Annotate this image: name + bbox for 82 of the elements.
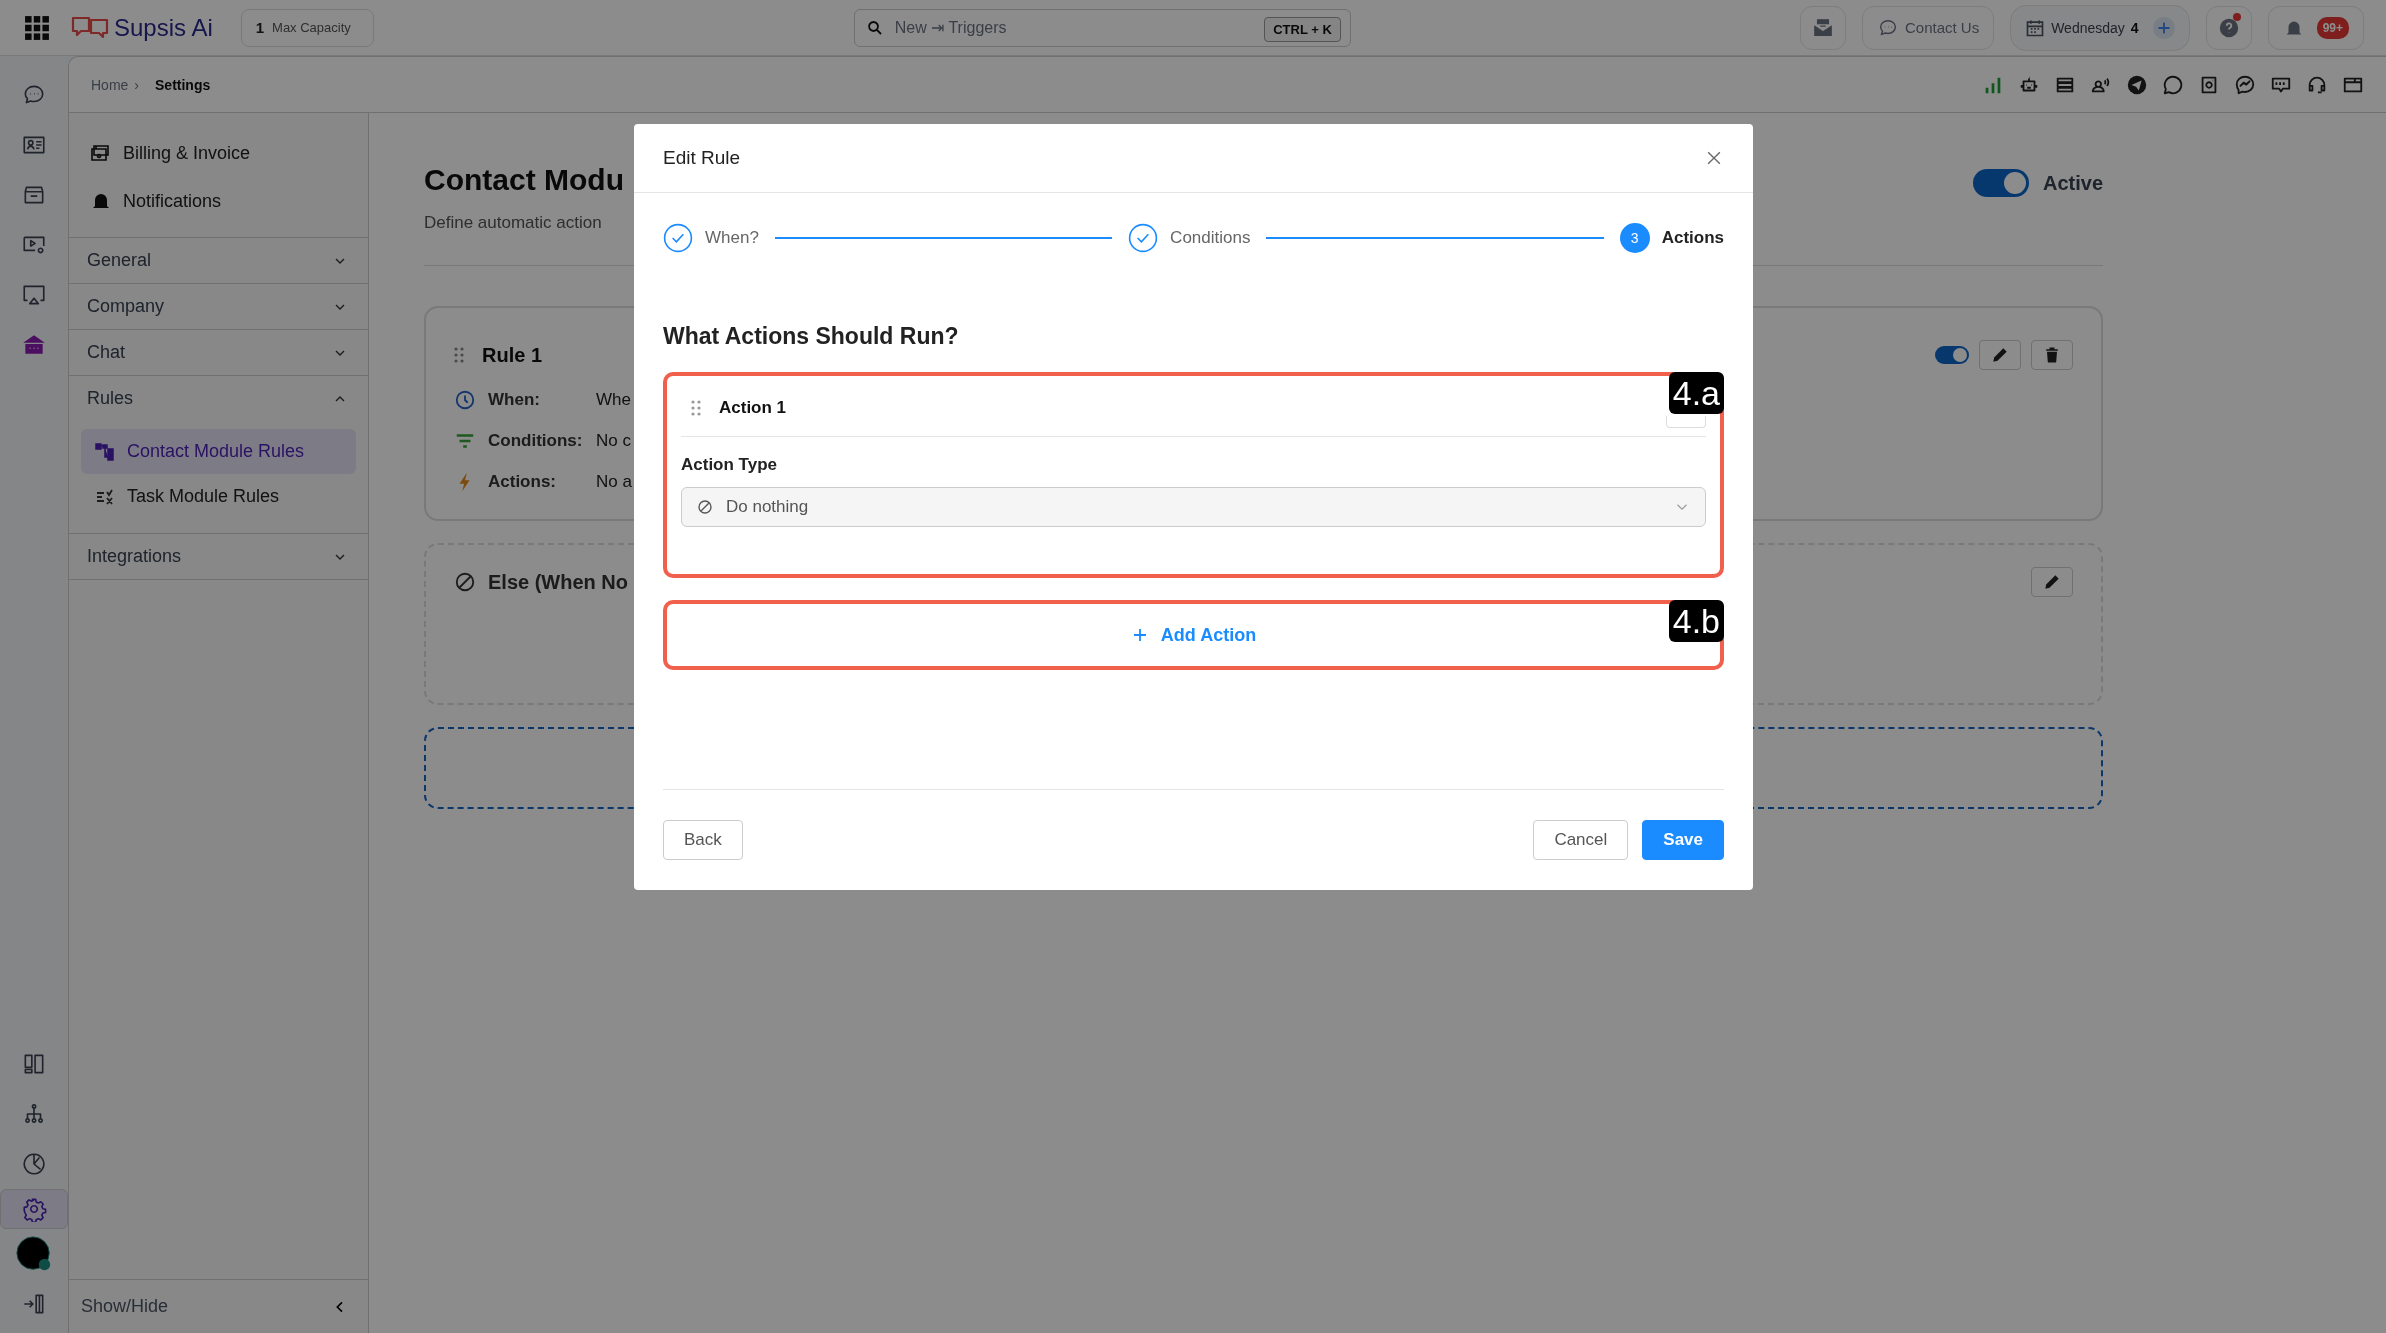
paper-plane-icon[interactable] xyxy=(2126,73,2148,96)
page-title: Contact Modu xyxy=(424,163,624,197)
pie-chart-icon[interactable] xyxy=(21,1151,47,1177)
nav-section-header[interactable]: Company xyxy=(69,284,368,329)
settings-nav-item[interactable]: Billing & Invoice xyxy=(89,129,348,177)
action-title: Action 1 xyxy=(719,398,787,418)
toggle-switch[interactable] xyxy=(1935,346,1969,364)
pencil-icon xyxy=(1990,345,2010,365)
action-type-select[interactable]: Do nothing xyxy=(681,487,1706,527)
breadcrumb-link[interactable]: Home xyxy=(91,76,129,93)
edit-button[interactable] xyxy=(2031,567,2073,597)
step-number: 3 xyxy=(1619,223,1650,253)
section-label: Company xyxy=(87,296,165,317)
field-label: Action Type xyxy=(681,455,779,475)
rule-field-label: Actions: xyxy=(488,472,557,492)
nav-label: Task Module Rules xyxy=(127,486,280,507)
drag-handle-icon[interactable] xyxy=(691,400,701,416)
section-label: Rules xyxy=(87,388,134,409)
breadcrumb-separator: › xyxy=(134,76,140,93)
settings-icon[interactable] xyxy=(21,1196,47,1222)
settings-nav-item[interactable]: Notifications xyxy=(89,177,348,225)
else-title: Else (When No xyxy=(488,570,628,594)
nav-section-header[interactable]: General xyxy=(69,238,368,283)
toggle-switch[interactable] xyxy=(1972,169,2029,197)
show-hide-toggle[interactable]: Show/Hide xyxy=(69,1279,368,1333)
help-button[interactable] xyxy=(2205,5,2252,50)
settings-nav-item[interactable]: Contact Module Rules xyxy=(81,429,356,474)
annotation-label: 4.a xyxy=(1668,372,1724,414)
search-icon xyxy=(865,18,884,37)
mail-button[interactable] xyxy=(1799,5,1846,50)
step-label: Conditions xyxy=(1170,228,1251,248)
nav-label: Notifications xyxy=(123,190,222,212)
section-heading: What Actions Should Run? xyxy=(663,323,960,350)
nav-label: Contact Module Rules xyxy=(127,441,305,462)
pencil-icon xyxy=(2042,572,2062,592)
rule-field-label: Conditions: xyxy=(488,431,584,451)
settings-nav-item[interactable]: Task Module Rules xyxy=(81,474,356,519)
rule-field-value: No c xyxy=(596,431,631,451)
section-label: Integrations xyxy=(87,546,182,567)
clock-icon xyxy=(454,389,476,411)
step-label: When? xyxy=(705,228,759,248)
rule-field-value: No a xyxy=(596,472,632,492)
nav-section-header[interactable]: Rules xyxy=(69,376,368,421)
contact-us-button[interactable]: Contact Us xyxy=(1861,5,1995,50)
shortcut-key: CTRL + K xyxy=(1264,16,1341,42)
section-label: Chat xyxy=(87,342,126,363)
section-label: General xyxy=(87,250,152,271)
dialog-title: Edit Rule xyxy=(663,147,741,169)
nav-section-header[interactable]: Integrations xyxy=(69,534,368,579)
rule-field-value: Whe xyxy=(596,390,631,410)
back-button[interactable]: Back xyxy=(663,820,743,860)
capacity-pill[interactable]: 1 Max Capacity xyxy=(240,8,374,47)
date-pill[interactable]: Wednesday 4 xyxy=(2010,4,2190,51)
notifications-button[interactable]: 99+ xyxy=(2267,5,2364,50)
annotation-label: 4.b xyxy=(1668,600,1724,642)
apps-grid-icon[interactable] xyxy=(24,14,50,41)
step-label: Actions xyxy=(1661,228,1724,248)
edit-button[interactable] xyxy=(1979,340,2021,370)
save-button[interactable]: Save xyxy=(1642,820,1724,860)
avatar[interactable] xyxy=(15,1235,53,1273)
ban-icon xyxy=(454,571,476,593)
phone-bubble-icon[interactable] xyxy=(2162,73,2184,96)
add-icon[interactable] xyxy=(2152,16,2175,39)
help-icon xyxy=(2217,16,2240,39)
logo-text: Supsis Ai xyxy=(114,13,213,42)
drag-handle-icon[interactable] xyxy=(454,347,464,363)
notification-badge: 99+ xyxy=(2316,16,2349,39)
rule-name: Rule 1 xyxy=(482,343,543,367)
messenger-icon[interactable] xyxy=(2234,73,2256,96)
page-subtitle: Define automatic action xyxy=(424,213,603,233)
breadcrumb-current: Settings xyxy=(155,76,211,93)
delete-button[interactable] xyxy=(2031,340,2073,370)
mail-icon xyxy=(1811,16,1834,39)
toggle-label: Active xyxy=(2042,171,2103,195)
cancel-button[interactable]: Cancel xyxy=(1533,820,1629,860)
add-action-button[interactable]: Add Action xyxy=(1124,623,1263,647)
date-number: 4 xyxy=(2130,19,2139,36)
nav-label: Billing & Invoice xyxy=(123,142,251,164)
nav-section-header[interactable]: Chat xyxy=(69,330,368,375)
ban-icon xyxy=(696,498,714,516)
rule-field-label: When: xyxy=(488,390,541,410)
date-day: Wednesday xyxy=(2051,19,2125,36)
